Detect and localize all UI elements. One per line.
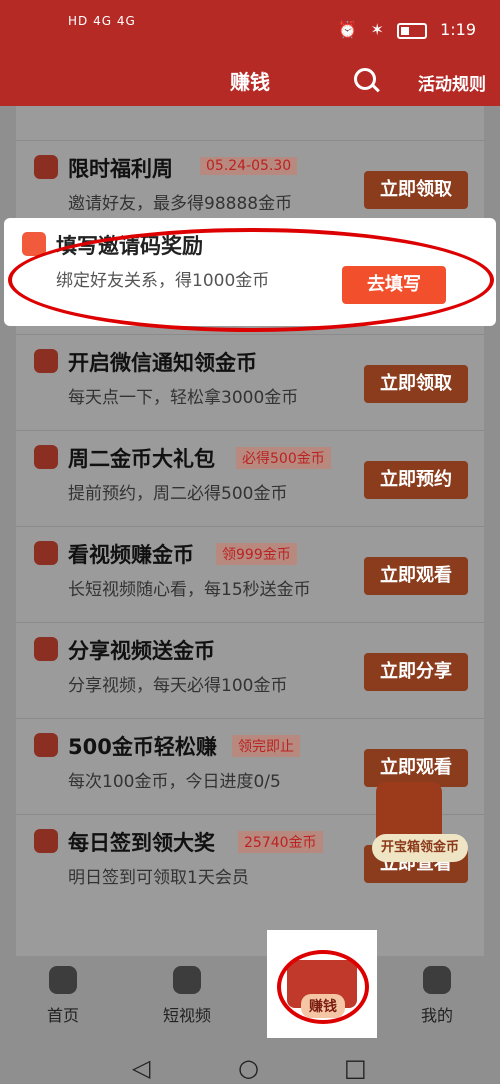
row-badge: 05.24-05.30 [200,157,298,175]
bottom-nav: 首页 短视频 我的 [0,956,500,1042]
task-row: 分享视频送金币 分享视频，每天必得100金币 立即分享 [16,622,484,715]
network-status: HD 4G 4G [68,14,136,28]
row-subtitle: 长短视频随心看，每15秒送金币 [68,580,311,600]
row-title: 限时福利周 [68,157,173,181]
nav-me[interactable]: 我的 [392,966,482,1026]
row-button[interactable]: 立即领取 [364,365,468,403]
nav-home-label: 首页 [46,1006,79,1025]
row-subtitle: 邀请好友，最多得98888金币 [68,194,293,214]
row-subtitle: 明日签到可领取1天会员 [68,868,249,888]
row-title: 开启微信通知领金币 [68,351,257,375]
task-row: 开启微信通知领金币 每天点一下，轻松拿3000金币 立即领取 [16,334,484,427]
row-subtitle: 分享视频，每天必得100金币 [68,676,288,696]
nav-earn[interactable]: 赚钱 [267,930,377,1038]
bluetooth-icon: ✶ [370,20,384,39]
wechat-icon [34,349,58,373]
row-title: 看视频赚金币 [68,543,194,567]
row-badge: 领完即止 [232,735,300,757]
system-nav-bar: ◁ ○ □ [0,1042,500,1084]
nav-home[interactable]: 首页 [18,966,108,1026]
recent-apps-icon[interactable]: □ [344,1054,367,1082]
row-subtitle: 每次100金币，今日进度0/5 [68,772,281,792]
header: 赚钱 活动规则 [0,58,500,106]
row-subtitle: 提前预约，周二必得500金币 [68,484,288,504]
row-button[interactable]: 立即观看 [364,557,468,595]
status-bar: HD 4G 4G ⏰ ✶ 1:19 [0,0,500,58]
time: 1:19 [440,20,476,39]
nav-short-video[interactable]: 短视频 [142,966,232,1026]
task-row: 看视频赚金币 领999金币 长短视频随心看，每15秒送金币 立即观看 [16,526,484,619]
battery-icon [396,22,427,39]
row-title: 周二金币大礼包 [68,447,215,471]
row-button[interactable]: 立即领取 [364,171,468,209]
video-icon [34,541,58,565]
flame-icon [173,966,201,994]
alarm-icon: ⏰ [337,20,358,39]
rules-link[interactable]: 活动规则 [418,70,486,95]
row-title: 500金币轻松赚 [68,735,217,759]
annotation-ring [8,228,494,332]
treasure-chest-label[interactable]: 开宝箱领金币 [372,834,468,862]
gift-icon [34,445,58,469]
task-row: 周二金币大礼包 必得500金币 提前预约，周二必得500金币 立即预约 [16,430,484,523]
home-icon [49,966,77,994]
row-badge: 领999金币 [216,543,297,565]
search-icon[interactable] [354,68,376,90]
back-icon[interactable]: ◁ [132,1054,150,1082]
row-badge: 必得500金币 [236,447,331,469]
row-title: 每日签到领大奖 [68,831,215,855]
gift-icon [34,155,58,179]
status-right: ⏰ ✶ 1:19 [329,20,476,39]
nav-me-label: 我的 [420,1006,453,1025]
profile-icon [423,966,451,994]
row-button[interactable]: 立即预约 [364,461,468,499]
row-title: 分享视频送金币 [68,639,215,663]
gift-icon [34,829,58,853]
trophy-icon [34,733,58,757]
home-circle-icon[interactable]: ○ [238,1054,259,1082]
row-button[interactable]: 立即分享 [364,653,468,691]
share-icon [34,637,58,661]
row-badge: 25740金币 [238,831,323,853]
annotation-ring [277,950,369,1024]
nav-short-video-label: 短视频 [162,1006,211,1025]
row-subtitle: 每天点一下，轻松拿3000金币 [68,388,299,408]
